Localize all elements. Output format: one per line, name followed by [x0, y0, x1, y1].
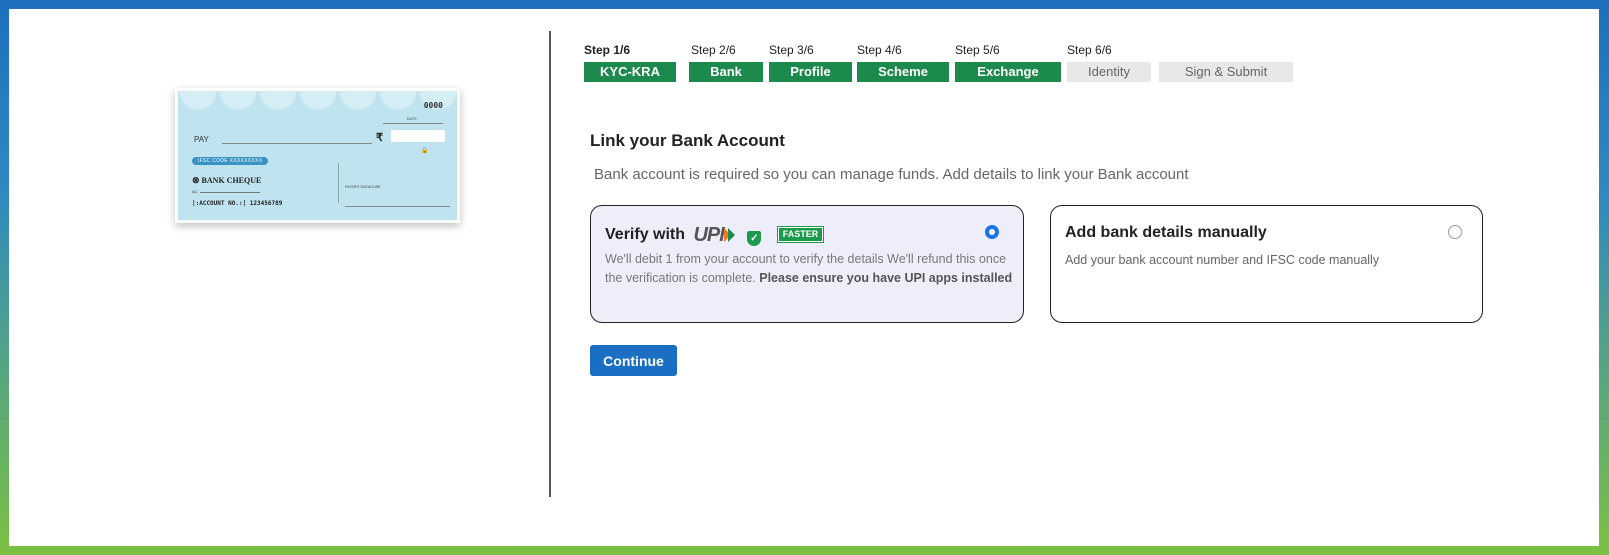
- page-title: Link your Bank Account: [590, 131, 785, 150]
- upi-radio[interactable]: [985, 225, 999, 239]
- step-exchange: Step 5/6 Exchange: [955, 41, 1061, 82]
- step-label: Step 4/6: [857, 43, 902, 57]
- upi-logo: UPI: [693, 224, 735, 247]
- step-bank: Step 2/6 Bank: [689, 41, 763, 82]
- upi-heading-text: Verify with: [605, 226, 686, 243]
- step-bar-sign-submit: Sign & Submit: [1159, 62, 1293, 82]
- cheque-ifsc-label: IFSC CODE XXXXXXXXX: [192, 157, 269, 165]
- step-bar-profile: Profile: [769, 62, 852, 82]
- vertical-divider: [549, 31, 551, 497]
- cheque-divider: [338, 163, 339, 203]
- cheque-pay-line: [222, 143, 372, 144]
- step-bar-exchange: Exchange: [955, 62, 1061, 82]
- step-bar-kyc-kra: KYC-KRA: [584, 62, 676, 82]
- continue-button[interactable]: Continue: [590, 345, 677, 376]
- cheque-pay-label: PAY: [194, 135, 209, 144]
- faster-badge: FASTER: [776, 226, 825, 243]
- upi-logo-text: UPI: [693, 224, 724, 246]
- step-bar-identity: Identity: [1067, 62, 1151, 82]
- upi-option-heading: Verify with UPI ✓ FASTER: [605, 224, 825, 247]
- step-label: Step 2/6: [691, 43, 736, 57]
- step-label: Step 3/6: [769, 43, 814, 57]
- cheque-bank-name: ⊗ BANK CHEQUE: [192, 175, 261, 186]
- verified-shield-icon: ✓: [747, 231, 762, 246]
- step-label: Step 1/6: [584, 43, 631, 57]
- step-identity: Step 6/6 Identity: [1067, 41, 1151, 82]
- manual-option-heading: Add bank details manually: [1065, 224, 1267, 241]
- cheque-illustration: 0000 DATE PAY ₹ 🔒 IFSC CODE XXXXXXXXX ⊗ …: [175, 88, 460, 223]
- step-label: Step 6/6: [1067, 43, 1112, 57]
- cheque-bank-name-text: BANK CHEQUE: [201, 176, 262, 185]
- upi-desc-bold: Please ensure you have UPI apps installe…: [759, 271, 1013, 285]
- bank-logo-icon: ⊗: [192, 175, 200, 185]
- cheque-signature-line: [345, 206, 450, 207]
- step-kyc-kra: Step 1/6 KYC-KRA: [584, 41, 676, 82]
- cheque-ac-line: [200, 192, 260, 193]
- rupee-icon: ₹: [376, 132, 383, 144]
- cheque-signature-label: PAYER'S SIGNATURE: [345, 185, 381, 189]
- cheque-account-number: |:ACCOUNT NO.:| 123456789: [192, 200, 283, 207]
- cheque-pattern: [178, 91, 457, 131]
- cheque-amount-box: [391, 130, 445, 142]
- lock-icon: 🔒: [421, 148, 429, 154]
- cheque-ac-label: AC: [192, 189, 198, 194]
- step-profile: Step 3/6 Profile: [769, 41, 852, 82]
- cheque-date-label: DATE: [406, 116, 417, 121]
- manual-option-description: Add your bank account number and IFSC co…: [1065, 253, 1380, 267]
- page-subtitle: Bank account is required so you can mana…: [594, 166, 1189, 183]
- step-label: Step 5/6: [955, 43, 1000, 57]
- manual-option-card[interactable]: Add bank details manually Add your bank …: [1050, 205, 1483, 323]
- step-bar-bank: Bank: [689, 62, 763, 82]
- cheque-number: 0000: [423, 101, 443, 110]
- step-bar-scheme: Scheme: [857, 62, 949, 82]
- upi-option-card[interactable]: Verify with UPI ✓ FASTER We'll debit 1 f…: [590, 205, 1024, 323]
- page-frame: 0000 DATE PAY ₹ 🔒 IFSC CODE XXXXXXXXX ⊗ …: [9, 9, 1599, 546]
- upi-arrow-icon: [727, 228, 735, 242]
- upi-option-description: We'll debit 1 from your account to verif…: [605, 250, 1015, 288]
- manual-radio[interactable]: [1448, 225, 1462, 239]
- cheque-date-line: [383, 123, 443, 124]
- step-scheme: Step 4/6 Scheme: [857, 41, 949, 82]
